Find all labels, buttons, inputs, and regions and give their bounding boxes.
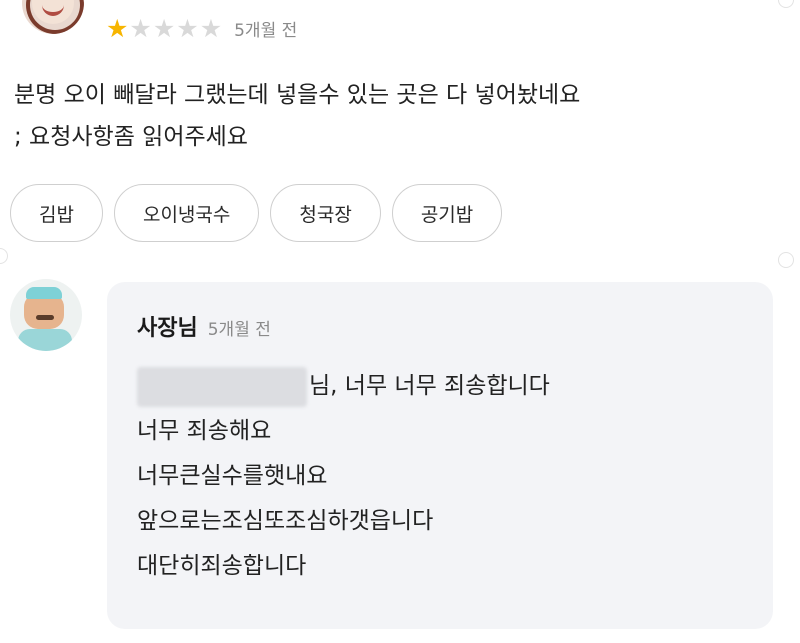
review-body: 분명 오이 빼달라 그랬는데 넣을수 있는 곳은 다 넣어놨네요 ; 요청사항좀… xyxy=(14,74,580,158)
review-line: 분명 오이 빼달라 그랬는데 넣을수 있는 곳은 다 넣어놨네요 xyxy=(14,82,581,108)
blurred-customer-name xyxy=(137,366,307,407)
reply-line: 앞으로는조심또조심하갯읍니다 xyxy=(137,508,434,534)
menu-tag-chip[interactable]: 공기밥 xyxy=(391,184,503,242)
menu-tag-chip[interactable]: 김밥 xyxy=(10,184,103,242)
reply-body: 님, 너무 너무 죄송합니다 너무 죄송해요 너무큰실수를햇내요 앞으로는조심또… xyxy=(137,364,550,589)
reply-line-text: 님, 너무 너무 죄송합니다 xyxy=(309,373,550,399)
owner-reply-bubble: 사장님 5개월 전 님, 너무 너무 죄송합니다 너무 죄송해요 너무큰실수를햇… xyxy=(107,282,773,629)
star-rating: ★ ★ ★ ★ ★ xyxy=(106,16,222,41)
owner-name: 사장님 xyxy=(137,316,198,341)
star-icon: ★ xyxy=(199,13,223,43)
reply-line: 님, 너무 너무 죄송합니다 xyxy=(137,364,550,409)
review-time: 5개월 전 xyxy=(234,20,298,41)
reply-header: 사장님 5개월 전 xyxy=(137,310,271,342)
reviewer-avatar[interactable] xyxy=(22,0,84,34)
menu-tag-chip[interactable]: 청국장 xyxy=(270,184,381,242)
avatar-shirt xyxy=(18,329,72,351)
menu-tag-list: 김밥 오이냉국수 청국장 공기밥 xyxy=(10,184,503,242)
star-icon: ★ xyxy=(152,13,176,43)
avatar-mustache xyxy=(36,315,54,320)
owner-avatar[interactable] xyxy=(10,279,82,351)
star-icon: ★ xyxy=(106,13,129,43)
carousel-edge-marker xyxy=(0,248,8,264)
reply-time: 5개월 전 xyxy=(207,320,271,340)
review-line: ; 요청사항좀 읽어주세요 xyxy=(14,124,248,150)
carousel-edge-marker xyxy=(778,252,794,268)
star-icon: ★ xyxy=(129,13,152,43)
carousel-edge-marker xyxy=(778,0,794,8)
review-rating-row: ★ ★ ★ ★ ★ 5개월 전 xyxy=(106,13,297,43)
avatar-hat xyxy=(26,287,62,299)
reply-line: 너무큰실수를햇내요 xyxy=(137,463,328,489)
star-icon: ★ xyxy=(176,13,199,43)
reply-line: 대단히죄송합니다 xyxy=(137,553,307,579)
menu-tag-chip[interactable]: 오이냉국수 xyxy=(113,184,260,242)
reply-line: 너무 죄송해요 xyxy=(137,418,272,444)
